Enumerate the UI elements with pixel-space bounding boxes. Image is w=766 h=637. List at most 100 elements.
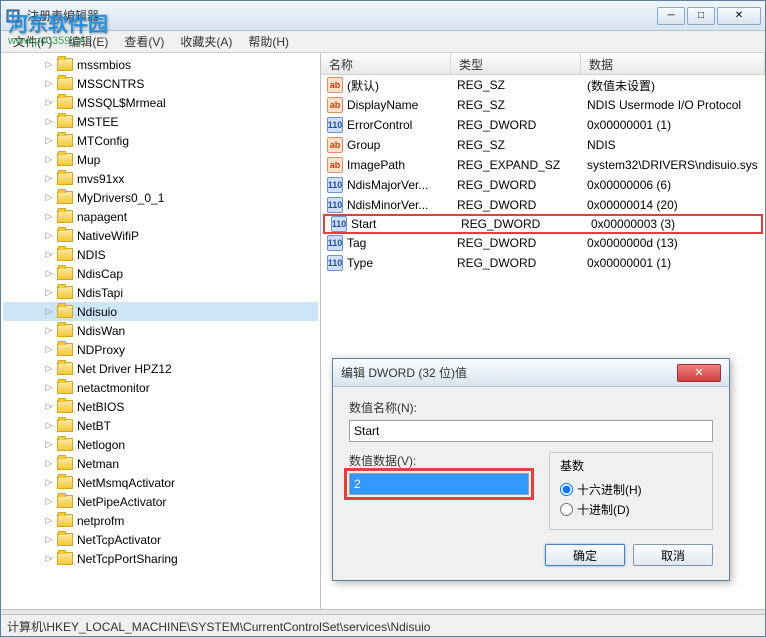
list-row[interactable]: abImagePathREG_EXPAND_SZsystem32\DRIVERS… [321,155,765,175]
value-name-input[interactable] [349,420,713,442]
ok-button[interactable]: 确定 [545,544,625,566]
expand-icon[interactable]: ▷ [43,534,55,546]
tree-item-netactmonitor[interactable]: ▷netactmonitor [3,378,318,397]
tree-item-mssql-mrmeal[interactable]: ▷MSSQL$Mrmeal [3,93,318,112]
expand-icon[interactable]: ▷ [43,59,55,71]
folder-icon [57,191,73,204]
edit-dword-dialog: 编辑 DWORD (32 位)值 ✕ 数值名称(N): 数值数据(V): 基数 … [332,358,730,581]
list-row[interactable]: ab(默认)REG_SZ(数值未设置) [321,75,765,95]
tree-item-mtconfig[interactable]: ▷MTConfig [3,131,318,150]
radix-dec-row[interactable]: 十进制(D) [560,501,702,518]
expand-icon[interactable]: ▷ [43,477,55,489]
tree-item-netbt[interactable]: ▷NetBT [3,416,318,435]
list-row[interactable]: 110NdisMajorVer...REG_DWORD0x00000006 (6… [321,175,765,195]
expand-icon[interactable]: ▷ [43,382,55,394]
radix-dec-radio[interactable] [560,503,573,516]
tree-item-nettcpportsharing[interactable]: ▷NetTcpPortSharing [3,549,318,568]
tree-item-ndisuio[interactable]: ▷Ndisuio [3,302,318,321]
tree-item-mydrivers0-0-1[interactable]: ▷MyDrivers0_0_1 [3,188,318,207]
folder-icon [57,438,73,451]
dialog-close-button[interactable]: ✕ [677,364,721,382]
tree-item-netpipeactivator[interactable]: ▷NetPipeActivator [3,492,318,511]
radix-hex-row[interactable]: 十六进制(H) [560,481,702,498]
list-row[interactable]: 110StartREG_DWORD0x00000003 (3) [323,214,763,234]
tree-item-net-driver-hpz12[interactable]: ▷Net Driver HPZ12 [3,359,318,378]
dialog-titlebar[interactable]: 编辑 DWORD (32 位)值 ✕ [333,359,729,387]
tree-item-mssmbios[interactable]: ▷mssmbios [3,55,318,74]
expand-icon[interactable]: ▷ [43,268,55,280]
expand-icon[interactable]: ▷ [43,420,55,432]
tree-panel[interactable]: ▷mssmbios▷MSSCNTRS▷MSSQL$Mrmeal ▷ MSTEE ▷MT… [1,53,321,609]
tree-item-netlogon[interactable]: ▷Netlogon [3,435,318,454]
expand-icon[interactable]: ▷ [43,344,55,356]
list-row[interactable]: 110ErrorControlREG_DWORD0x00000001 (1) [321,115,765,135]
tree-item-netprofm[interactable]: ▷netprofm [3,511,318,530]
menu-view[interactable]: 查看(V) [116,31,172,52]
expand-icon[interactable]: ▷ [43,287,55,299]
expand-icon[interactable]: ▷ [43,211,55,223]
value-data-input[interactable] [349,473,529,495]
expand-icon[interactable]: ▷ [43,496,55,508]
tree-item-mvs91xx[interactable]: ▷ mvs91xx [3,169,318,188]
expand-icon[interactable]: ▷ [43,553,55,565]
expand-icon[interactable]: ▷ [43,515,55,527]
menu-edit[interactable]: 编辑(E) [60,31,116,52]
header-name[interactable]: 名称 [321,53,451,74]
menu-help[interactable]: 帮助(H) [240,31,297,52]
tree-item-nettcpactivator[interactable]: ▷ NetTcpActivator [3,530,318,549]
list-row[interactable]: 110TagREG_DWORD0x0000000d (13) [321,233,765,253]
tree-label: NetMsmqActivator [77,476,175,490]
expand-icon[interactable]: ▷ [43,458,55,470]
tree-item-mstee[interactable]: ▷ MSTEE [3,112,318,131]
list-row[interactable]: 110NdisMinorVer...REG_DWORD0x00000014 (2… [321,195,765,215]
tree-item-netbios[interactable]: ▷NetBIOS [3,397,318,416]
reg-dword-icon: 110 [327,197,343,213]
tree-label: NetTcpActivator [77,533,161,547]
maximize-button[interactable]: □ [687,7,715,25]
cancel-button[interactable]: 取消 [633,544,713,566]
minimize-button[interactable]: ─ [657,7,685,25]
menu-favorites[interactable]: 收藏夹(A) [172,31,240,52]
tree-item-msscntrs[interactable]: ▷MSSCNTRS [3,74,318,93]
expand-icon[interactable]: ▷ [43,230,55,242]
tree-item-mup[interactable]: ▷Mup [3,150,318,169]
tree-item-ndproxy[interactable]: ▷NDProxy [3,340,318,359]
header-data[interactable]: 数据 [581,53,765,74]
statusbar: 计算机\HKEY_LOCAL_MACHINE\SYSTEM\CurrentCon… [1,614,765,636]
tree-label: NativeWifiP [77,229,139,243]
expand-icon[interactable]: ▷ [43,173,55,185]
menu-file[interactable]: 文件(F) [5,31,60,52]
tree-item-napagent[interactable]: ▷ napagent [3,207,318,226]
header-type[interactable]: 类型 [451,53,581,74]
expand-icon[interactable]: ▷ [43,363,55,375]
tree-item-ndis[interactable]: ▷NDIS [3,245,318,264]
cell-type: REG_DWORD [455,215,585,233]
expand-icon[interactable]: ▷ [43,325,55,337]
tree-label: MSTEE [77,115,118,129]
expand-icon[interactable]: ▷ [43,249,55,261]
expand-icon[interactable]: ▷ [43,78,55,90]
tree-item-netmsmqactivator[interactable]: ▷ NetMsmqActivator [3,473,318,492]
list-row[interactable]: abDisplayNameREG_SZNDIS Usermode I/O Pro… [321,95,765,115]
close-button[interactable]: ✕ [717,7,761,25]
radix-hex-radio[interactable] [560,483,573,496]
expand-icon[interactable]: ▷ [43,154,55,166]
tree-item-ndiscap[interactable]: ▷ NdisCap [3,264,318,283]
expand-icon[interactable]: ▷ [43,401,55,413]
expand-icon[interactable]: ▷ [43,306,55,318]
expand-icon[interactable]: ▷ [43,135,55,147]
list-row[interactable]: 110TypeREG_DWORD0x00000001 (1) [321,253,765,273]
radix-legend: 基数 [556,457,588,474]
list-row[interactable]: abGroupREG_SZNDIS [321,135,765,155]
tree-label: NdisCap [77,267,123,281]
expand-icon[interactable]: ▷ [43,116,55,128]
tree-label: mvs91xx [77,172,124,186]
tree-label: napagent [77,210,127,224]
expand-icon[interactable]: ▷ [43,97,55,109]
tree-item-netman[interactable]: ▷Netman [3,454,318,473]
tree-item-ndistapi[interactable]: ▷NdisTapi [3,283,318,302]
tree-item-nativewifip[interactable]: ▷ NativeWifiP [3,226,318,245]
tree-item-ndiswan[interactable]: ▷NdisWan [3,321,318,340]
expand-icon[interactable]: ▷ [43,439,55,451]
expand-icon[interactable]: ▷ [43,192,55,204]
